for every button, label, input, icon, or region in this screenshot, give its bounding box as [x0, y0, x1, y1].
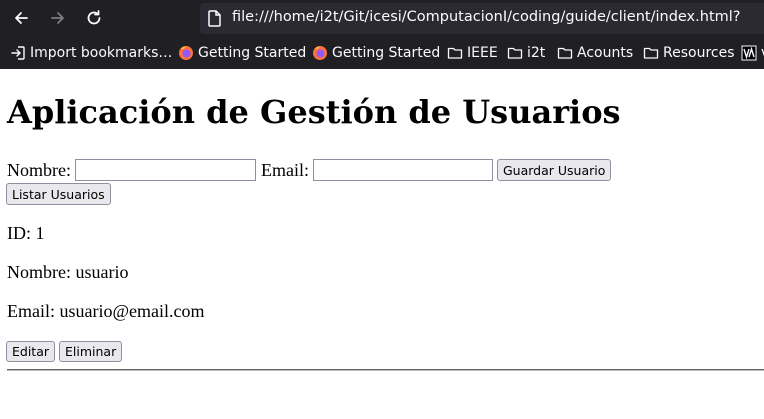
arrow-left-icon — [15, 12, 28, 24]
reload-button[interactable] — [82, 6, 106, 30]
name-label: Nombre: — [7, 159, 71, 180]
folder-icon — [557, 45, 573, 61]
bookmark-getting-started-2[interactable]: Getting Started — [312, 43, 440, 63]
bookmark-getting-started-1[interactable]: Getting Started — [178, 43, 306, 63]
page-icon — [208, 10, 221, 27]
arrow-right-icon — [51, 12, 64, 24]
edit-button[interactable]: Editar — [6, 341, 56, 362]
bookmark-site[interactable]: v — [741, 43, 764, 63]
site-icon — [741, 45, 757, 61]
bookmark-label: Getting Started — [332, 45, 441, 61]
user-form: Nombre: Email: Guardar Usuario — [7, 158, 612, 182]
back-button[interactable] — [9, 6, 33, 30]
folder-icon — [507, 45, 523, 61]
bookmarks-toolbar: Import bookmarks… Getting Started Gettin… — [0, 38, 764, 66]
bookmark-label: Resources — [663, 45, 735, 61]
user-id: ID: 1 — [7, 223, 45, 243]
bookmark-folder-resources[interactable]: Resources — [643, 43, 735, 63]
page-title: Aplicación de Gestión de Usuarios — [7, 93, 621, 131]
user-name: Nombre: usuario — [7, 262, 129, 282]
firefox-icon — [178, 45, 194, 61]
firefox-icon — [312, 45, 328, 61]
folder-icon — [447, 45, 463, 61]
divider — [7, 369, 764, 371]
reload-icon — [87, 10, 101, 25]
import-icon — [10, 45, 26, 61]
bookmark-folder-i2t[interactable]: i2t — [507, 43, 545, 63]
address-bar[interactable]: file:///home/i2t/Git/icesi/ComputacionI/… — [200, 3, 764, 34]
browser-chrome: file:///home/i2t/Git/icesi/ComputacionI/… — [0, 0, 764, 69]
save-user-button[interactable]: Guardar Usuario — [496, 159, 612, 181]
delete-button[interactable]: Eliminar — [59, 341, 123, 362]
list-users-button[interactable]: Listar Usuarios — [6, 183, 111, 205]
bookmark-folder-acounts[interactable]: Acounts — [557, 43, 633, 63]
name-input[interactable] — [74, 159, 256, 181]
bookmark-folder-ieee[interactable]: IEEE — [447, 43, 498, 63]
folder-icon — [643, 45, 659, 61]
user-email: Email: usuario@email.com — [7, 301, 205, 321]
forward-button[interactable] — [46, 6, 70, 30]
url-text: file:///home/i2t/Git/icesi/ComputacionI/… — [232, 9, 741, 25]
bookmark-label: Import bookmarks… — [30, 45, 173, 61]
bookmark-label: IEEE — [467, 45, 498, 61]
email-label: Email: — [260, 159, 309, 180]
user-actions: Editar Eliminar — [6, 341, 126, 362]
email-input[interactable] — [312, 159, 493, 181]
bookmark-label: Acounts — [577, 45, 634, 61]
bookmark-label: Getting Started — [198, 45, 307, 61]
bookmark-import[interactable]: Import bookmarks… — [10, 43, 172, 63]
page-content: Aplicación de Gestión de Usuarios Nombre… — [0, 69, 764, 419]
bookmark-label: i2t — [527, 45, 546, 61]
